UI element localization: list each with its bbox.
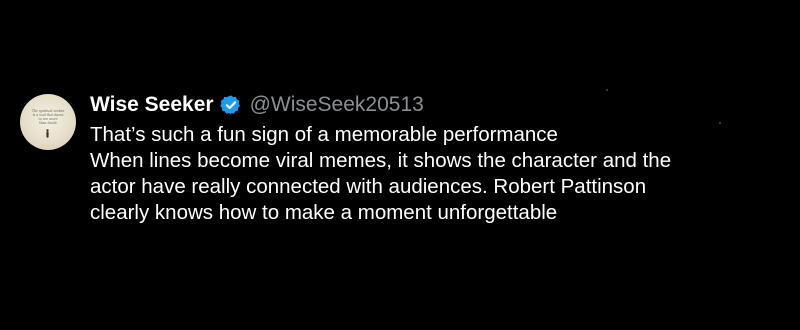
tweet-text-line: actor have really connected with audienc… xyxy=(90,175,647,198)
avatar-caption: The spiritual seeker is a soul that dare… xyxy=(31,109,65,125)
tweet-text: That’s such a fun sign of a memorable pe… xyxy=(90,122,671,226)
avatar[interactable]: The spiritual seeker is a soul that dare… xyxy=(20,94,76,150)
display-name[interactable]: Wise Seeker xyxy=(90,93,214,117)
verified-badge-icon xyxy=(219,95,240,115)
tweet-header: Wise Seeker @WiseSeek20513 xyxy=(90,90,671,120)
avatar-figure-icon xyxy=(46,129,49,138)
tweet-content: Wise Seeker @WiseSeek20513 That’s such a… xyxy=(90,90,671,226)
tweet-text-line: That’s such a fun sign of a memorable pe… xyxy=(90,123,558,146)
tweet-text-line: When lines become viral memes, it shows … xyxy=(90,149,672,172)
user-handle[interactable]: @WiseSeek20513 xyxy=(250,93,424,117)
tweet-text-line: clearly knows how to make a moment unfor… xyxy=(90,201,558,224)
background-speck xyxy=(719,122,721,124)
